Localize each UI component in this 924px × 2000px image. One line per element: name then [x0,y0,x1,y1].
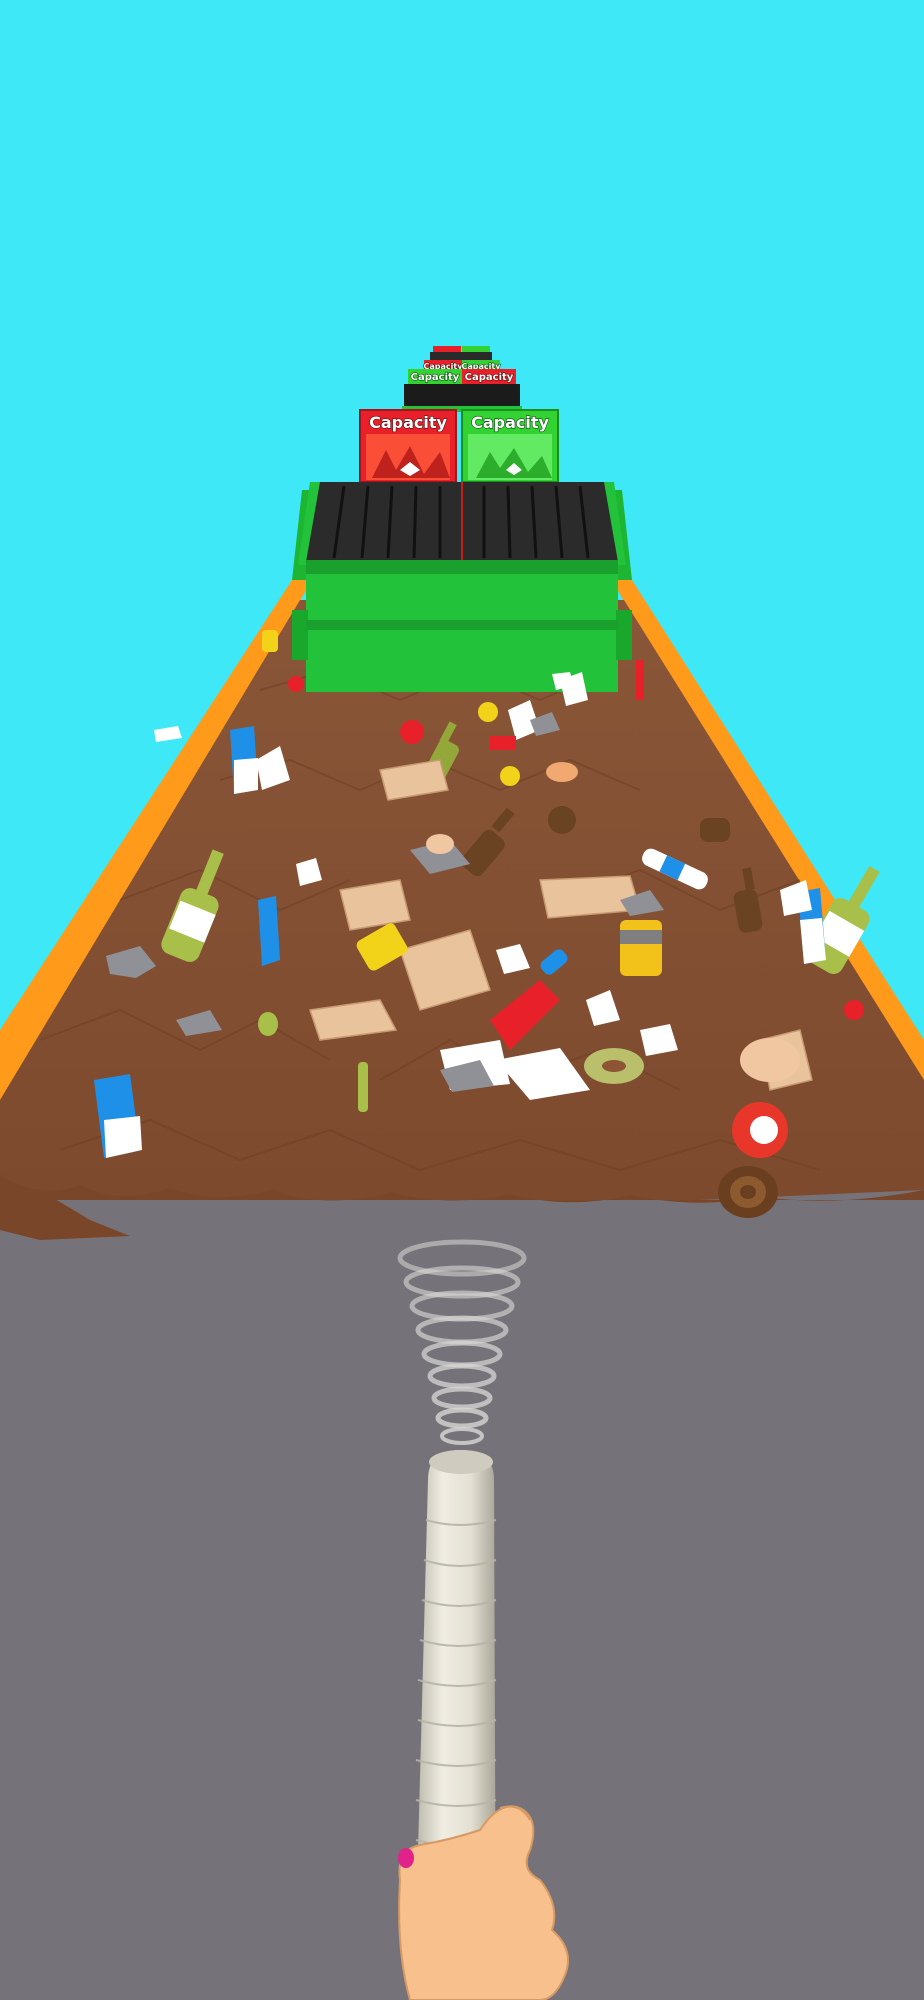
bin-label-far-left: Capacity [411,372,460,383]
game-scene[interactable]: Capacity Capacity Capacity Capacity Capa… [0,0,924,2000]
donut-icon[interactable] [584,1048,644,1084]
game-canvas[interactable]: Capacity Capacity Capacity Capacity Capa… [0,0,924,2000]
log-icon[interactable] [718,1166,778,1218]
capacity-bin-left: Capacity [359,409,457,483]
bin-label-near-left: Capacity [369,413,447,432]
bin-label-near-right: Capacity [471,413,549,432]
capacity-bin-right: Capacity [461,409,559,483]
dumpster [292,482,632,692]
bin-label-far-right: Capacity [465,372,514,383]
